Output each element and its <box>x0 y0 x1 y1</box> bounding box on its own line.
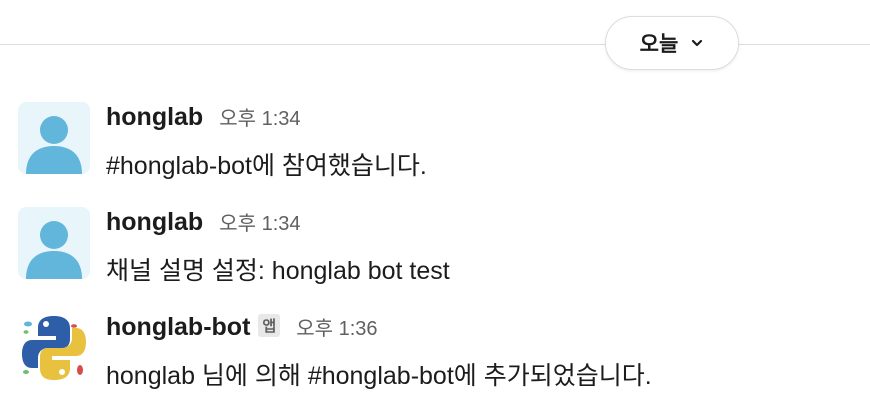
message-timestamp[interactable]: 오후 1:34 <box>219 207 300 236</box>
sender-name[interactable]: honglab-bot <box>106 313 250 342</box>
message-text: 채널 설명 설정: honglab bot test <box>106 257 450 285</box>
python-logo-icon <box>22 316 86 380</box>
sender-name[interactable]: honglab <box>106 103 203 132</box>
date-divider-line <box>0 44 870 45</box>
sender-name[interactable]: honglab <box>106 208 203 237</box>
app-badge: 앱 <box>258 314 281 337</box>
message-item: honglab-bot 앱 오후 1:36 honglab 님에 의해 #hon… <box>18 312 858 390</box>
avatar[interactable] <box>18 102 90 174</box>
message-text: honglab 님에 의해 #honglab-bot에 추가되었습니다. <box>106 362 652 390</box>
avatar[interactable] <box>18 207 90 279</box>
message-item: honglab 오후 1:34 채널 설명 설정: honglab bot te… <box>18 207 858 285</box>
message-header: honglab 오후 1:34 <box>106 207 301 239</box>
message-text: #honglab-bot에 참여했습니다. <box>106 152 427 180</box>
message-timestamp[interactable]: 오후 1:36 <box>296 312 377 341</box>
avatar[interactable] <box>18 312 90 384</box>
date-divider-label: 오늘 <box>639 33 679 56</box>
message-item: honglab 오후 1:34 #honglab-bot에 참여했습니다. <box>18 102 858 180</box>
date-divider-button[interactable]: 오늘 <box>605 16 739 70</box>
message-header: honglab 오후 1:34 <box>106 102 301 134</box>
message-header: honglab-bot 앱 오후 1:36 <box>106 312 378 344</box>
message-timestamp[interactable]: 오후 1:34 <box>219 102 300 131</box>
user-avatar-icon <box>26 116 82 174</box>
user-avatar-icon <box>26 221 82 279</box>
chevron-down-icon <box>692 39 703 47</box>
